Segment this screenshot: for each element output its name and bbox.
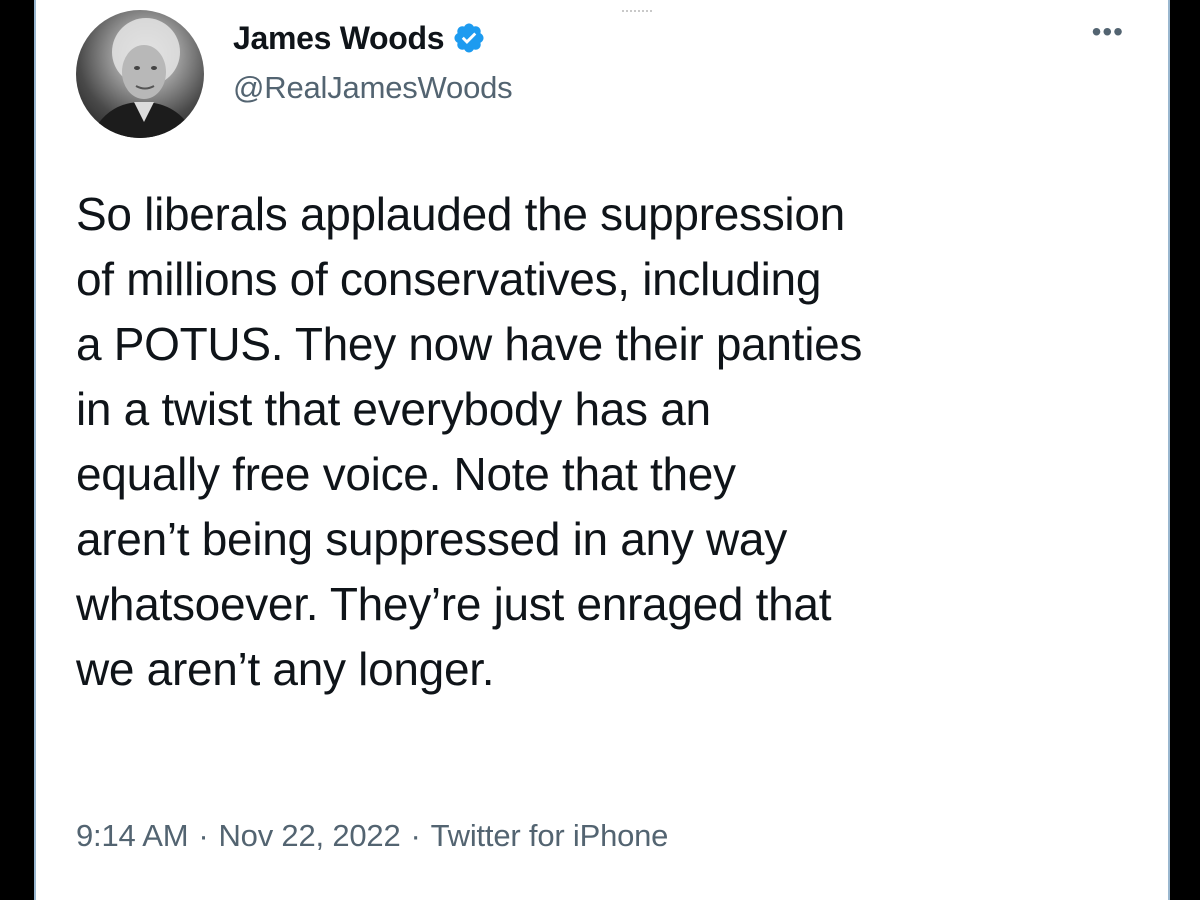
author-name[interactable]: James Woods bbox=[233, 20, 445, 57]
author-avatar[interactable] bbox=[76, 10, 204, 138]
tweet-time[interactable]: 9:14 AM bbox=[76, 818, 189, 854]
tweet-date[interactable]: Nov 22, 2022 bbox=[218, 818, 400, 854]
drag-handle bbox=[622, 10, 652, 15]
tweet-card: James Woods @RealJamesWoods ••• So liber… bbox=[34, 0, 1170, 900]
tweet-text: So liberals applauded the suppression of… bbox=[76, 188, 863, 695]
verified-badge-icon bbox=[452, 21, 486, 55]
author-block: James Woods @RealJamesWoods bbox=[233, 16, 513, 106]
meta-separator: · bbox=[198, 818, 209, 853]
tweet-meta: 9:14 AM · Nov 22, 2022 · Twitter for iPh… bbox=[76, 818, 668, 854]
screenshot-frame: James Woods @RealJamesWoods ••• So liber… bbox=[0, 0, 1200, 900]
more-options-button[interactable]: ••• bbox=[1092, 18, 1124, 46]
tweet-source[interactable]: Twitter for iPhone bbox=[431, 818, 669, 854]
avatar-portrait-icon bbox=[90, 18, 196, 138]
author-name-row: James Woods bbox=[233, 16, 512, 60]
meta-separator-2: · bbox=[410, 818, 421, 853]
author-handle[interactable]: @RealJamesWoods bbox=[233, 70, 513, 106]
